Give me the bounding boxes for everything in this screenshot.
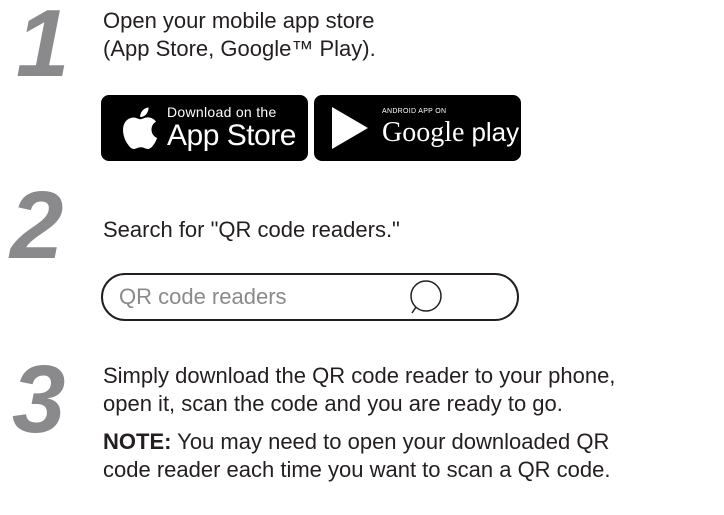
google-play-badge-small-text: ANDROID APP ON xyxy=(382,108,447,115)
note-line-1-text: You may need to open your downloaded QR xyxy=(171,429,610,454)
google-play-triangle-icon xyxy=(332,107,368,149)
google-play-badge-big-text: Google play xyxy=(382,116,519,149)
step-1-line-1: Open your mobile app store xyxy=(103,8,375,33)
step-2-text: Search for "QR code readers." xyxy=(103,217,400,242)
play-word: play xyxy=(471,117,520,147)
app-store-badge-small-text: Download on the xyxy=(167,104,277,120)
note-line-2: code reader each time you want to scan a… xyxy=(103,457,611,482)
step-3-text: Simply download the QR code reader to yo… xyxy=(103,362,615,418)
step-number-3: 3 xyxy=(12,346,66,453)
step-3-line-1: Simply download the QR code reader to yo… xyxy=(103,363,616,388)
app-store-badge-big-text: App Store xyxy=(167,119,296,152)
search-input-value: QR code readers xyxy=(119,284,287,309)
app-store-badge[interactable]: Download on the App Store xyxy=(101,95,308,161)
note-line-1: NOTE: You may need to open your download… xyxy=(103,428,611,456)
note-label: NOTE: xyxy=(103,429,172,454)
apple-logo-icon xyxy=(123,107,158,150)
google-word: Google xyxy=(382,117,465,148)
step-1-text: Open your mobile app store (App Store, G… xyxy=(103,7,376,63)
step-1-line-2: (App Store, Google™ Play). xyxy=(103,36,376,61)
note: NOTE: You may need to open your download… xyxy=(103,428,611,484)
search-input[interactable]: QR code readers xyxy=(101,273,519,321)
step-3-line-2: open it, scan the code and you are ready… xyxy=(103,391,563,416)
step-number-2: 2 xyxy=(10,172,64,279)
google-play-badge[interactable]: ANDROID APP ON Google play xyxy=(314,95,521,161)
step-number-1: 1 xyxy=(16,0,69,97)
search-icon[interactable] xyxy=(409,280,443,314)
